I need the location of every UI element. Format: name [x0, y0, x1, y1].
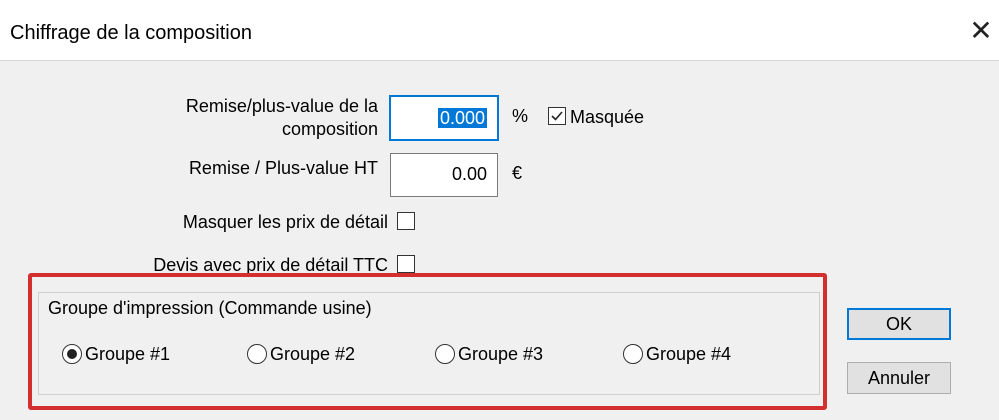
- remise-input[interactable]: 0.000: [389, 95, 499, 141]
- window-title: Chiffrage de la composition: [10, 22, 252, 44]
- percent-unit: %: [512, 106, 529, 126]
- masquee-label: Masquée: [570, 107, 645, 127]
- title-bar: Chiffrage de la composition ✕: [0, 0, 999, 60]
- euro-unit: €: [512, 163, 523, 183]
- remise-value: 0.000: [437, 108, 487, 128]
- ok-button[interactable]: OK: [847, 308, 951, 340]
- remise-ht-value: 0.00: [451, 164, 487, 184]
- remise-ht-input[interactable]: 0.00: [390, 153, 498, 197]
- remise-label-line1: Remise/plus-value de la: [185, 96, 378, 116]
- masquer-prix-checkbox[interactable]: [397, 212, 415, 230]
- annuler-button[interactable]: Annuler: [847, 362, 951, 394]
- devis-ttc-checkbox[interactable]: [397, 255, 415, 273]
- check-icon: [551, 111, 563, 121]
- remise-ht-label: Remise / Plus-value HT: [188, 158, 378, 178]
- masquer-prix-label: Masquer les prix de détail: [182, 212, 388, 232]
- remise-label-line2: composition: [281, 119, 378, 139]
- highlight-annotation: [28, 273, 827, 410]
- close-icon[interactable]: ✕: [964, 14, 998, 48]
- masquee-checkbox[interactable]: [548, 107, 566, 125]
